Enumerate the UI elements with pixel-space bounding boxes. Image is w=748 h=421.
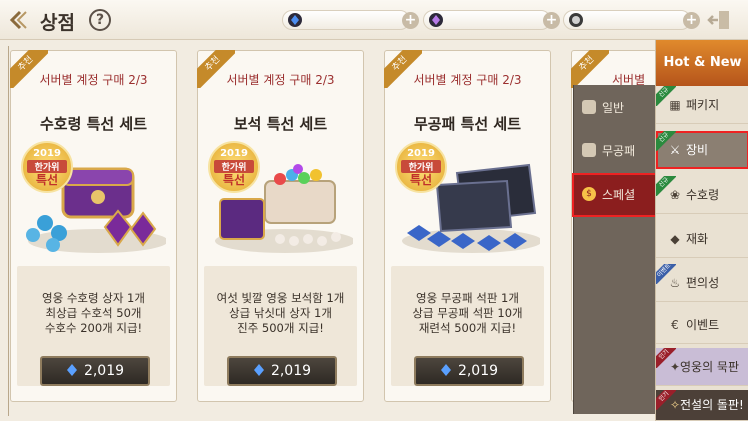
buy-button[interactable]: 2,019 (227, 356, 337, 386)
blue-gem-icon (253, 364, 264, 376)
purple-gem-icon (429, 13, 443, 27)
top-bar: 상점 ? + + + (0, 0, 748, 40)
add-currency-button[interactable]: + (543, 12, 560, 29)
add-currency-button[interactable]: + (683, 12, 700, 29)
sidebar-item-package[interactable]: 신규 ▦ 패키지 (656, 86, 748, 124)
purchase-limit: 서버별 계정 구매 2/3 (413, 73, 522, 87)
paw-icon: ❀ (669, 188, 681, 202)
event-badge: 2019 한가위 특선 (208, 141, 260, 193)
sidebar-item-legend[interactable]: 인기 ✧ 전설의 돌판! (656, 390, 748, 421)
blue-gem-icon (288, 13, 302, 27)
product-card[interactable]: 추천 서버별 계정 구매 2/3 보석 특선 세트 2019 한가위 특선 여섯… (197, 50, 364, 402)
exit-button[interactable] (706, 8, 732, 32)
currency-slot-purple-gem: + (423, 10, 560, 30)
potion-icon: ♨ (669, 276, 681, 290)
diamond-icon: ◆ (670, 232, 680, 246)
event-badge: 2019 한가위 특선 (395, 141, 447, 193)
blue-gem-icon (440, 364, 451, 376)
sidebar-item-event[interactable]: € 이벤트 (656, 306, 748, 344)
currency-slot-silver-coin: + (563, 10, 700, 30)
product-name: 수호령 특선 세트 (39, 115, 148, 133)
currency-slot-blue-gem: + (282, 10, 419, 30)
hot-new-tab[interactable]: Hot & New (656, 40, 748, 86)
product-card[interactable]: 추천 서버별 계정 구매 2/3 무공패 특선 세트 2019 한가위 특선 영… (384, 50, 551, 402)
equipment-icon: ⚔ (669, 143, 681, 157)
submenu-item-tablet[interactable]: 무공패 (574, 131, 656, 171)
blue-gem-icon (66, 364, 77, 376)
help-button[interactable]: ? (89, 9, 111, 31)
event-badge: 2019 한가위 특선 (21, 141, 73, 193)
product-card[interactable]: 추천 서버별 계정 구매 2/3 수호령 특선 세트 2019 한가위 특선 영… (10, 50, 177, 402)
back-button[interactable] (8, 8, 34, 32)
sidebar-item-hero-tablet[interactable]: 인기 ✦ 영웅의 묵판 (656, 348, 748, 386)
special-coin-icon: $ (582, 187, 596, 201)
buy-button[interactable]: 2,019 (414, 356, 524, 386)
event-coin-icon: € (671, 318, 679, 332)
tablet-icon (582, 143, 596, 157)
sidebar-item-equipment[interactable]: 신규 ⚔ 장비 (656, 131, 748, 169)
frame-border (8, 46, 9, 416)
buy-button[interactable]: 2,019 (40, 356, 150, 386)
exit-door-icon (707, 11, 729, 29)
recommend-ribbon: 추천 (571, 50, 609, 88)
product-name: 보석 특선 세트 (233, 115, 328, 133)
arrow-left-icon (9, 10, 27, 30)
submenu-item-general[interactable]: 일반 (574, 88, 656, 128)
product-name: 무공패 특선 세트 (413, 115, 522, 133)
silver-coin-icon (569, 13, 583, 27)
purchase-limit: 서버별 계정 구매 2/3 (226, 73, 335, 87)
category-sidebar: Hot & New 신규 ▦ 패키지 신규 ⚔ 장비 신규 ❀ 수호령 ◆ 재화… (655, 40, 748, 421)
package-icon: ▦ (669, 98, 681, 112)
submenu-item-special[interactable]: $ 스페셜 (572, 173, 658, 217)
box-icon (582, 100, 596, 114)
sidebar-item-convenience[interactable]: 이벤트 ♨ 편의성 (656, 264, 748, 302)
sidebar-item-currency[interactable]: ◆ 재화 (656, 220, 748, 258)
sidebar-item-guardian[interactable]: 신규 ❀ 수호령 (656, 176, 748, 214)
add-currency-button[interactable]: + (402, 12, 419, 29)
page-title: 상점 (40, 12, 75, 34)
purchase-limit: 서버별 계정 구매 2/3 (39, 73, 148, 87)
category-submenu: 일반 무공패 $ 스페셜 (572, 85, 658, 414)
